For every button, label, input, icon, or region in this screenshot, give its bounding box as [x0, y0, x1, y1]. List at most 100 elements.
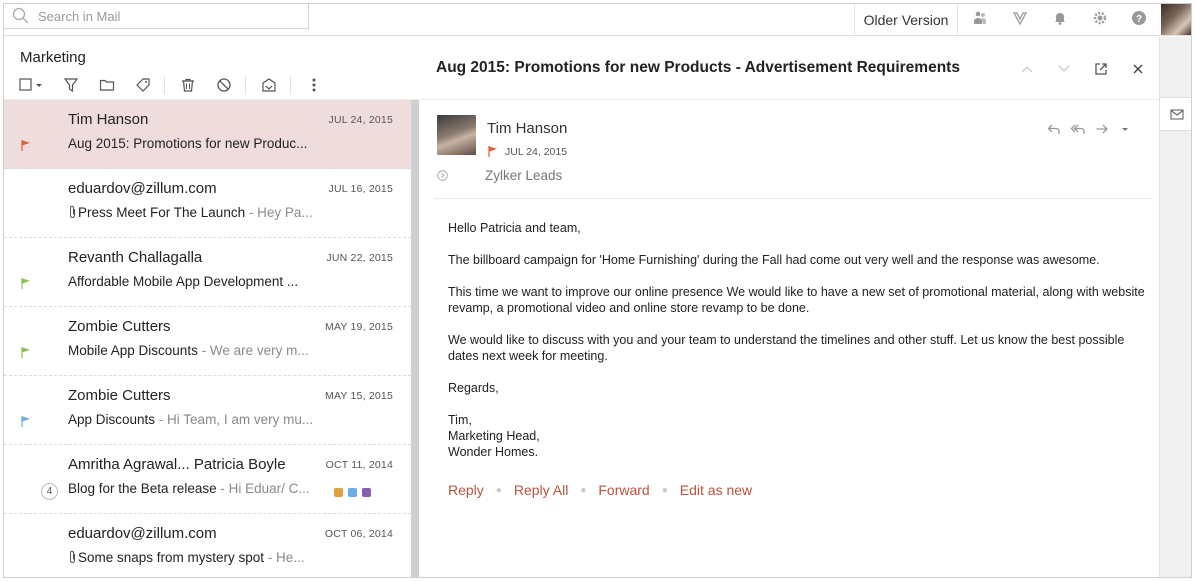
- older-version-button[interactable]: Older Version: [854, 4, 958, 35]
- sender-avatar[interactable]: [437, 115, 476, 155]
- body-signature: Tim, Marketing Head, Wonder Homes.: [448, 413, 540, 459]
- mail-subject-text: Blog for the Beta release: [68, 481, 217, 496]
- mail-subject: Blog for the Beta release - Hi Eduar/ C.…: [68, 481, 318, 496]
- mail-subject-text: Press Meet For The Launch: [78, 205, 246, 220]
- mail-preview: - Hi Eduar/ C...: [216, 481, 310, 496]
- action-separator: ●: [580, 484, 587, 496]
- forward-link[interactable]: Forward: [598, 482, 649, 498]
- right-sidebar: [1159, 37, 1191, 577]
- trash-icon[interactable]: [177, 74, 199, 96]
- flag-icon[interactable]: [20, 415, 32, 427]
- label-tag: [348, 488, 357, 497]
- mail-list-item[interactable]: eduardov@zillum.com OCT 06, 2014 Some snap…: [4, 514, 411, 577]
- toolbar-divider: [245, 76, 246, 94]
- body-paragraph: We would like to discuss with you and yo…: [448, 333, 1125, 363]
- mail-subject-text: Aug 2015: Promotions for new Produc...: [68, 136, 308, 151]
- reply-link[interactable]: Reply: [448, 482, 484, 498]
- flag-icon[interactable]: [20, 346, 32, 358]
- reply-all-icon[interactable]: [1070, 121, 1086, 137]
- filter-icon[interactable]: [60, 74, 82, 96]
- help-icon[interactable]: ?: [1129, 8, 1149, 28]
- body-closing: Regards,: [448, 381, 499, 395]
- mail-preview: - We are very m...: [197, 343, 309, 358]
- flag-icon[interactable]: [20, 277, 32, 289]
- action-separator: ●: [661, 484, 668, 496]
- mail-preview: - He...: [264, 550, 305, 565]
- folder-title: Marketing: [20, 49, 86, 66]
- mail-list-item[interactable]: Zombie Cutters MAY 15, 2015 App Discounts …: [4, 376, 411, 445]
- more-icon[interactable]: [303, 74, 325, 96]
- archive-icon[interactable]: [258, 74, 280, 96]
- forward-icon[interactable]: [1094, 121, 1110, 137]
- recipient-name[interactable]: Zylker Leads: [485, 168, 562, 183]
- popout-icon[interactable]: [1091, 59, 1111, 79]
- mail-list: Tim Hanson JUL 24, 2015 Aug 2015: Promotio…: [4, 100, 411, 577]
- toolbar-divider: [290, 76, 291, 94]
- mail-subject-text: Some snaps from mystery spot: [78, 550, 265, 565]
- v-logo-icon[interactable]: [1010, 8, 1030, 28]
- mail-subject: Press Meet For The Launch - Hey Pa...: [68, 205, 318, 220]
- mail-sender: Tim Hanson: [68, 111, 149, 128]
- tag-icon[interactable]: [132, 74, 154, 96]
- mail-icon[interactable]: [1160, 97, 1191, 131]
- mail-date: OCT 06, 2014: [324, 528, 393, 540]
- mail-date: MAY 19, 2015: [325, 321, 393, 333]
- mail-list-item[interactable]: Amritha Agrawal... Patricia Boyle OCT 11,…: [4, 445, 411, 514]
- sender-name[interactable]: Tim Hanson: [487, 120, 567, 137]
- mail-preview: - Hi Team, I am very mu...: [155, 412, 314, 427]
- mail-list-item[interactable]: Tim Hanson JUL 24, 2015 Aug 2015: Promotio…: [4, 100, 411, 169]
- flag-icon[interactable]: [20, 139, 32, 151]
- mail-subject: Some snaps from mystery spot - He...: [68, 550, 318, 565]
- search-icon: [12, 7, 29, 24]
- mail-subject-text: Mobile App Discounts: [68, 343, 198, 358]
- header-divider: [435, 198, 1151, 199]
- close-icon[interactable]: [1128, 59, 1148, 79]
- expand-recipients-icon[interactable]: [437, 170, 448, 181]
- mail-subject: Aug 2015: Promotions for new Produc...: [68, 136, 318, 151]
- mail-subject-text: App Discounts: [68, 412, 156, 427]
- edit-as-new-link[interactable]: Edit as new: [680, 482, 752, 498]
- mail-preview: - Hey Pa...: [245, 205, 313, 220]
- mail-sender: Zombie Cutters: [68, 387, 171, 404]
- label-tag: [362, 488, 371, 497]
- body-greeting: Hello Patricia and team,: [448, 221, 581, 235]
- flag-icon[interactable]: [487, 145, 499, 157]
- label-tag: [334, 488, 343, 497]
- reply-icon[interactable]: [1046, 121, 1062, 137]
- search-input[interactable]: [38, 8, 288, 24]
- select-checkbox-icon[interactable]: [18, 74, 46, 96]
- body-paragraph: The billboard campaign for 'Home Furnish…: [448, 253, 1100, 267]
- top-bar: Older Version ?: [4, 4, 1191, 36]
- mail-sender: eduardov@zillum.com: [68, 180, 217, 197]
- body-paragraph: This time we want to improve our online …: [448, 285, 1145, 315]
- mail-list-item[interactable]: Revanth Challagalla JUN 22, 2015 Affordabl…: [4, 238, 411, 307]
- bell-icon[interactable]: [1050, 8, 1070, 28]
- reader-divider: [419, 99, 1159, 100]
- more-actions-dropdown-icon[interactable]: [1117, 121, 1133, 137]
- list-scrollbar[interactable]: [411, 100, 419, 577]
- toolbar-divider: [164, 76, 165, 94]
- mail-list-item[interactable]: eduardov@zillum.com JUL 16, 2015 Press Mee…: [4, 169, 411, 238]
- mail-sender: Amritha Agrawal... Patricia Boyle: [68, 456, 286, 473]
- mail-window: Older Version ? Marketing: [3, 3, 1192, 578]
- search-box[interactable]: [4, 4, 309, 29]
- previous-message-icon[interactable]: [1017, 59, 1037, 79]
- thread-count-badge: 4: [41, 483, 58, 500]
- mail-list-item[interactable]: Zombie Cutters MAY 19, 2015 Mobile App Dis…: [4, 307, 411, 376]
- label-tags: [334, 488, 376, 497]
- mail-list-pane: Marketing Tim Hanson JUL 24, 2015 Aug 20…: [4, 37, 419, 577]
- reply-all-link[interactable]: Reply All: [514, 482, 568, 498]
- user-avatar[interactable]: [1161, 4, 1191, 35]
- mail-subject: Mobile App Discounts - We are very m...: [68, 343, 318, 358]
- reading-pane: Aug 2015: Promotions for new Products - …: [419, 37, 1159, 577]
- mail-sender: Revanth Challagalla: [68, 249, 203, 266]
- folder-icon[interactable]: [96, 74, 118, 96]
- mail-date: JUN 22, 2015: [326, 252, 393, 264]
- block-icon[interactable]: [213, 74, 235, 96]
- next-message-icon[interactable]: [1054, 59, 1074, 79]
- gear-icon[interactable]: [1090, 8, 1110, 28]
- mail-sender: eduardov@zillum.com: [68, 525, 217, 542]
- attachment-icon: [68, 205, 78, 220]
- people-icon[interactable]: [970, 8, 990, 28]
- mail-sender: Zombie Cutters: [68, 318, 171, 335]
